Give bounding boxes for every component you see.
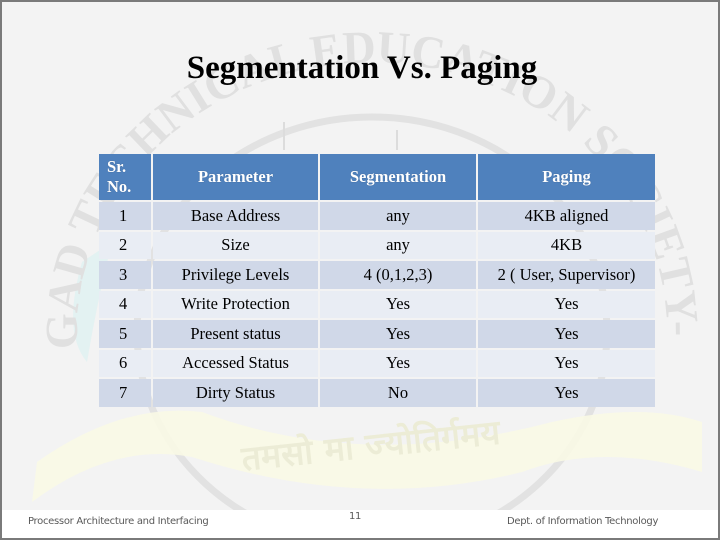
watermark-motto: तमसो मा ज्योतिर्गमय bbox=[239, 411, 504, 479]
cell-sr-no: 2 bbox=[99, 231, 151, 259]
table-row: 3 Privilege Levels 4 (0,1,2,3) 2 ( User,… bbox=[99, 261, 655, 289]
header-segmentation: Segmentation bbox=[320, 154, 476, 200]
cell-sr-no: 5 bbox=[99, 320, 151, 348]
cell-parameter: Write Protection bbox=[153, 290, 318, 318]
cell-sr-no: 4 bbox=[99, 290, 151, 318]
table-row: 4 Write Protection Yes Yes bbox=[99, 290, 655, 318]
cell-segmentation: Yes bbox=[320, 290, 476, 318]
cell-paging: Yes bbox=[478, 349, 655, 377]
table-row: 5 Present status Yes Yes bbox=[99, 320, 655, 348]
cell-sr-no: 6 bbox=[99, 349, 151, 377]
footer-course-name: Processor Architecture and Interfacing bbox=[28, 516, 209, 527]
cell-parameter: Privilege Levels bbox=[153, 261, 318, 289]
table-row: 6 Accessed Status Yes Yes bbox=[99, 349, 655, 377]
cell-sr-no: 1 bbox=[99, 202, 151, 230]
header-parameter: Parameter bbox=[153, 154, 318, 200]
cell-sr-no: 7 bbox=[99, 379, 151, 407]
cell-sr-no: 3 bbox=[99, 261, 151, 289]
cell-segmentation: Yes bbox=[320, 349, 476, 377]
cell-paging: Yes bbox=[478, 320, 655, 348]
slide-title: Segmentation Vs. Paging bbox=[186, 50, 538, 86]
cell-parameter: Size bbox=[153, 231, 318, 259]
footer-department: Dept. of Information Technology bbox=[507, 516, 659, 527]
cell-paging: 4KB aligned bbox=[478, 202, 655, 230]
header-sr-no: Sr. No. bbox=[99, 154, 151, 200]
cell-segmentation: No bbox=[320, 379, 476, 407]
table-row: 2 Size any 4KB bbox=[99, 231, 655, 259]
cell-paging: Yes bbox=[478, 290, 655, 318]
cell-paging: 2 ( User, Supervisor) bbox=[478, 261, 655, 289]
comparison-table: Sr. No. Parameter Segmentation Paging 1 … bbox=[97, 152, 657, 409]
table-row: 1 Base Address any 4KB aligned bbox=[99, 202, 655, 230]
cell-paging: 4KB bbox=[478, 231, 655, 259]
cell-segmentation: any bbox=[320, 202, 476, 230]
cell-segmentation: 4 (0,1,2,3) bbox=[320, 261, 476, 289]
watermark-banner bbox=[32, 410, 702, 502]
cell-segmentation: Yes bbox=[320, 320, 476, 348]
cell-segmentation: any bbox=[320, 231, 476, 259]
cell-paging: Yes bbox=[478, 379, 655, 407]
header-paging: Paging bbox=[478, 154, 655, 200]
cell-parameter: Base Address bbox=[153, 202, 318, 230]
cell-parameter: Accessed Status bbox=[153, 349, 318, 377]
table-header-row: Sr. No. Parameter Segmentation Paging bbox=[99, 154, 655, 200]
footer-page-number: 11 bbox=[349, 511, 362, 522]
slide: SINHGAD TECHNICAL EDUCATION SOCIETY-PUNE… bbox=[0, 0, 720, 540]
cell-parameter: Present status bbox=[153, 320, 318, 348]
cell-parameter: Dirty Status bbox=[153, 379, 318, 407]
table-row: 7 Dirty Status No Yes bbox=[99, 379, 655, 407]
